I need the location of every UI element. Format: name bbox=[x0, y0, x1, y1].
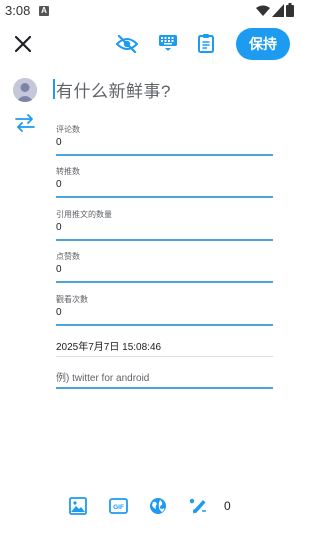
add-gif-button[interactable]: GIF bbox=[108, 496, 128, 516]
globe-icon bbox=[150, 498, 166, 514]
field-value[interactable]: 0 bbox=[56, 222, 62, 233]
field-underline bbox=[56, 387, 273, 389]
close-icon bbox=[15, 36, 31, 52]
save-button[interactable]: 保持 bbox=[236, 28, 290, 60]
tweet-text-input[interactable]: 有什么新鲜事? bbox=[56, 77, 171, 102]
character-count: 0 bbox=[224, 499, 231, 513]
field-value[interactable]: 0 bbox=[56, 137, 62, 148]
keyboard-icon bbox=[159, 35, 177, 51]
compose-toolbar: 保持 bbox=[0, 22, 300, 66]
field-underline bbox=[56, 196, 273, 198]
gif-icon: GIF bbox=[108, 498, 128, 514]
field-value[interactable]: 0 bbox=[56, 179, 62, 190]
signal-icon bbox=[272, 4, 284, 17]
hide-toggle-button[interactable] bbox=[114, 31, 140, 57]
default-avatar-icon bbox=[13, 78, 37, 102]
field-label: 点赞数 bbox=[56, 252, 80, 261]
field-underline bbox=[56, 239, 273, 241]
source-client-input[interactable]: 例) twitter for android bbox=[56, 369, 149, 384]
battery-icon bbox=[286, 3, 294, 17]
gif-label: GIF bbox=[113, 504, 124, 511]
draft-edit-icon bbox=[189, 498, 206, 514]
avatar[interactable] bbox=[13, 78, 37, 102]
field-label: 引用推文的数量 bbox=[56, 210, 112, 219]
notification-a-icon: A bbox=[39, 6, 49, 16]
add-image-button[interactable] bbox=[68, 496, 88, 516]
switch-account-button[interactable] bbox=[14, 112, 36, 134]
clipboard-icon bbox=[198, 34, 214, 53]
field-label: 评论数 bbox=[56, 125, 80, 134]
field-underline bbox=[56, 281, 273, 283]
field-label: 觀看次數 bbox=[56, 295, 88, 304]
wifi-icon bbox=[256, 5, 270, 16]
status-bar: 3:08 A bbox=[0, 0, 300, 22]
field-value[interactable]: 0 bbox=[56, 307, 62, 318]
field-underline bbox=[56, 324, 273, 326]
eye-off-icon bbox=[116, 35, 138, 53]
drafts-button[interactable] bbox=[188, 496, 208, 516]
text-cursor bbox=[53, 79, 55, 99]
language-button[interactable] bbox=[148, 496, 168, 516]
close-button[interactable] bbox=[10, 31, 36, 57]
keyboard-button[interactable] bbox=[156, 31, 180, 55]
clipboard-button[interactable] bbox=[195, 31, 217, 55]
swap-arrows-icon bbox=[15, 114, 35, 132]
divider bbox=[56, 356, 273, 357]
status-time: 3:08 bbox=[5, 3, 31, 18]
image-icon bbox=[69, 497, 87, 515]
field-value[interactable]: 0 bbox=[56, 264, 62, 275]
field-underline bbox=[56, 154, 273, 156]
datetime-picker[interactable]: 2025年7月7日 15:08:46 bbox=[56, 337, 273, 355]
datetime-value: 2025年7月7日 15:08:46 bbox=[56, 342, 162, 353]
field-label: 转推数 bbox=[56, 167, 80, 176]
